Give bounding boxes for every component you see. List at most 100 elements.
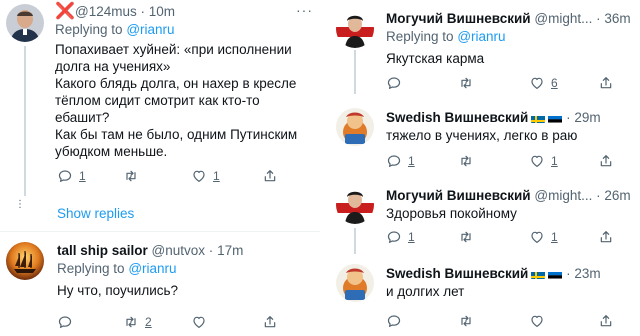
replying-to-line: Replying to @rianru: [55, 21, 175, 38]
share-button[interactable]: [598, 228, 614, 246]
tweet-124mus[interactable]: ❌ @124mus · 10m ··· Replying to @rianru …: [0, 0, 320, 230]
retweet-button[interactable]: [458, 312, 480, 330]
user-handle[interactable]: @124mus: [75, 4, 137, 19]
like-button[interactable]: 1: [191, 167, 220, 185]
retweet-button[interactable]: [123, 167, 145, 185]
tweet-header: tall ship sailor @nutvox · 17m: [57, 242, 243, 259]
tweet-actions: 1 1: [386, 228, 616, 246]
tweet-text: Якутская карма: [386, 51, 485, 66]
tweet-time[interactable]: 26m: [604, 188, 630, 203]
tweet-mighty-1[interactable]: Могучий Вишневский @might... · 36m Reply…: [330, 0, 640, 94]
display-name[interactable]: tall ship sailor: [57, 243, 148, 258]
user-handle[interactable]: @nutvox: [152, 243, 205, 258]
comment-icon: [386, 313, 402, 329]
estonia-flag-icon: [548, 113, 563, 123]
share-icon: [598, 75, 614, 91]
tweet-actions: [386, 312, 616, 330]
separator-dot: ·: [566, 110, 571, 125]
avatar-mighty[interactable]: [336, 10, 374, 48]
avatar-mighty[interactable]: [336, 186, 374, 224]
tweet-time[interactable]: 10m: [149, 4, 175, 19]
tweet-swedish-1[interactable]: Swedish Вишневский · 29m тяжело в учения…: [330, 104, 640, 174]
replying-to-line: Replying to @rianru: [386, 28, 506, 45]
separator-dot: ·: [596, 11, 601, 26]
reply-button[interactable]: 1: [386, 152, 415, 170]
separator-dot: ·: [208, 243, 214, 258]
tweet-actions: 2: [57, 313, 287, 331]
like-count: 6: [551, 76, 558, 90]
tweet-text: тяжело в учениях, легко в раю: [386, 128, 578, 143]
share-icon: [598, 313, 614, 329]
heart-icon: [191, 168, 207, 184]
tweet-text-line-1: Попахивает хуйней: «при исполнении долга…: [55, 42, 292, 74]
share-icon: [262, 168, 278, 184]
tweet-header: Могучий Вишневский @might... · 26m: [386, 187, 631, 204]
replying-to-handle[interactable]: @rianru: [126, 22, 174, 37]
avatar-swedish[interactable]: [336, 264, 374, 302]
avatar-nutvox[interactable]: [6, 242, 44, 280]
avatar-124mus[interactable]: [6, 4, 44, 42]
retweet-button[interactable]: [458, 152, 480, 170]
share-button[interactable]: [598, 152, 614, 170]
user-handle[interactable]: @might...: [534, 11, 592, 26]
like-button[interactable]: 1: [529, 228, 558, 246]
heart-icon: [529, 313, 545, 329]
share-icon: [262, 314, 278, 330]
like-button[interactable]: [191, 313, 213, 331]
share-button[interactable]: [598, 74, 614, 92]
comment-icon: [386, 153, 402, 169]
replying-to-handle[interactable]: @rianru: [128, 261, 176, 276]
tweet-nutvox[interactable]: tall ship sailor @nutvox · 17m Replying …: [0, 232, 320, 336]
comment-icon: [386, 75, 402, 91]
reply-button[interactable]: [386, 312, 408, 330]
display-name[interactable]: Могучий Вишневский: [386, 11, 531, 26]
reply-button[interactable]: [57, 313, 79, 331]
display-name[interactable]: Swedish Вишневский: [386, 266, 528, 281]
comment-icon: [57, 314, 73, 330]
avatar-swedish[interactable]: [336, 108, 374, 146]
reply-button[interactable]: 1: [57, 167, 86, 185]
comment-icon: [386, 229, 402, 245]
replying-to-label: Replying to: [386, 29, 454, 44]
tweet-text-line-3: Как бы там не было, одним Путинским убюд…: [55, 127, 298, 159]
tweet-actions: 1 1: [386, 152, 616, 170]
tweet-time[interactable]: 29m: [574, 110, 600, 125]
tweet-time[interactable]: 23m: [574, 266, 600, 281]
separator-dot: ·: [596, 188, 601, 203]
display-name[interactable]: Swedish Вишневский: [386, 110, 528, 125]
tweet-mighty-2[interactable]: Могучий Вишневский @might... · 26m Здоро…: [330, 180, 640, 254]
replying-to-line: Replying to @rianru: [57, 260, 177, 277]
share-button[interactable]: [598, 312, 614, 330]
like-button[interactable]: 1: [529, 152, 558, 170]
more-options-icon[interactable]: ···: [296, 2, 313, 18]
heart-icon: [529, 75, 545, 91]
replying-to-handle[interactable]: @rianru: [457, 29, 505, 44]
show-replies-link[interactable]: Show replies: [57, 206, 134, 221]
share-icon: [598, 153, 614, 169]
comment-icon: [57, 168, 73, 184]
retweet-button[interactable]: [458, 74, 480, 92]
tweet-text: Попахивает хуйней: «при исполнении долга…: [55, 41, 305, 160]
retweet-button[interactable]: 2: [123, 313, 152, 331]
like-button[interactable]: 6: [529, 74, 558, 92]
display-name[interactable]: Могучий Вишневский: [386, 188, 531, 203]
like-button[interactable]: [529, 312, 551, 330]
tweet-actions: 1 1: [57, 167, 287, 185]
tweet-time[interactable]: 36m: [604, 11, 630, 26]
thread-gap-dots-icon: ⋮: [15, 199, 25, 210]
share-button[interactable]: [262, 167, 278, 185]
reply-button[interactable]: 1: [386, 228, 415, 246]
retweet-count: 2: [145, 315, 152, 329]
share-icon: [598, 229, 614, 245]
tweet-time[interactable]: 17m: [217, 243, 243, 258]
share-button[interactable]: [262, 313, 278, 331]
retweet-button[interactable]: [458, 228, 480, 246]
heart-icon: [191, 314, 207, 330]
red-cross-mark-icon: ❌: [55, 3, 75, 20]
reply-count: 1: [79, 169, 86, 183]
like-count: 1: [213, 169, 220, 183]
tweet-swedish-2[interactable]: Swedish Вишневский · 23m и долгих лет: [330, 260, 640, 336]
reply-button[interactable]: [386, 74, 408, 92]
user-handle[interactable]: @might...: [534, 188, 592, 203]
heart-icon: [529, 153, 545, 169]
